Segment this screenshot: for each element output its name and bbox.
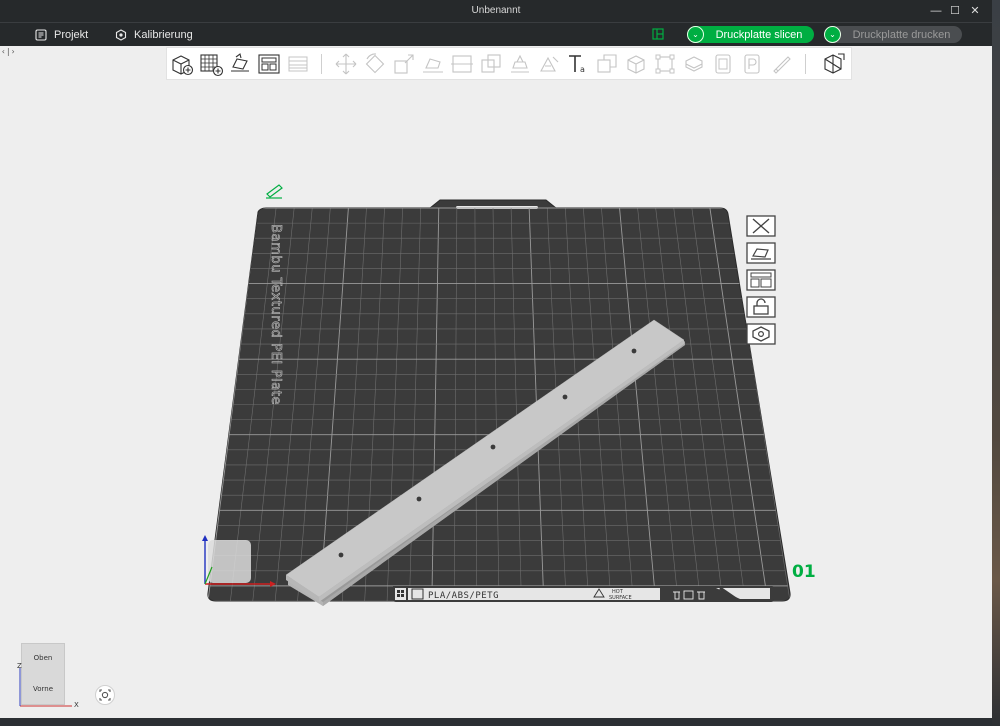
layers-icon[interactable] [739, 51, 765, 77]
split-icon[interactable] [285, 51, 311, 77]
auto-orient-icon[interactable] [227, 51, 253, 77]
layout-toggle-icon[interactable] [652, 28, 664, 40]
variable-layer-icon[interactable] [710, 51, 736, 77]
hot-surface-label-2: SURFACE [609, 595, 632, 601]
maximize-button[interactable]: ☐ [947, 3, 963, 19]
seam-paint-icon[interactable] [536, 51, 562, 77]
reset-view-icon [99, 689, 111, 701]
add-icon[interactable] [169, 51, 195, 77]
reset-view-button[interactable] [95, 685, 115, 705]
view-axes [19, 668, 72, 707]
lay-on-face-icon[interactable] [420, 51, 446, 77]
project-icon [35, 29, 47, 41]
sidebar-toggle[interactable]: ‹|› [1, 47, 15, 56]
close-plate-icon[interactable] [744, 214, 776, 238]
calibration-icon [115, 29, 127, 41]
plate-settings-icon[interactable] [744, 322, 776, 346]
print-plate-button[interactable]: ⌄ Druckplatte drucken [824, 26, 962, 43]
menu-project-label: Projekt [54, 29, 89, 41]
x-axis-label: X [74, 701, 79, 709]
scale-icon[interactable] [391, 51, 417, 77]
build-plate-scene[interactable]: PLA/ABS/PETG HOT SURFACE Bambu Textured … [0, 81, 992, 718]
view-cube-top[interactable]: Oben [22, 654, 64, 662]
slice-dropdown[interactable]: ⌄ [687, 26, 704, 43]
plate-material-label: PLA/ABS/PETG [428, 591, 499, 601]
title-bar: Unbenannt — ☐ ✕ [0, 0, 992, 22]
color-paint-icon[interactable] [768, 51, 794, 77]
build-plate [207, 199, 791, 602]
rotate-icon[interactable] [362, 51, 388, 77]
z-axis-label: Z [17, 662, 22, 670]
minimize-button[interactable]: — [928, 3, 944, 19]
mesh-boolean-icon[interactable] [594, 51, 620, 77]
assemble-icon[interactable] [652, 51, 678, 77]
svg-text:a: a [580, 65, 585, 74]
slice-plate-label: Druckplatte slicen [715, 28, 803, 41]
desktop-background [992, 0, 1000, 726]
lock-plate-icon[interactable] [744, 295, 776, 319]
close-button[interactable]: ✕ [967, 3, 983, 19]
view-toggle-icon[interactable] [821, 51, 847, 77]
app-window: Unbenannt — ☐ ✕ Projekt Kalibrierung ⌄ D… [0, 0, 992, 718]
main-toolbar: a [166, 47, 852, 80]
arrange-plate-icon[interactable] [744, 268, 776, 292]
measure-icon[interactable] [623, 51, 649, 77]
origin-marker [208, 540, 251, 583]
cut-icon[interactable] [449, 51, 475, 77]
add-plate-icon[interactable] [198, 51, 224, 77]
print-plate-label: Druckplatte drucken [852, 28, 951, 41]
plate-name-edit-icon[interactable] [266, 184, 283, 199]
boolean-icon[interactable] [478, 51, 504, 77]
brim-ears-icon[interactable] [681, 51, 707, 77]
toolbar-separator [321, 54, 322, 74]
arrange-icon[interactable] [256, 51, 282, 77]
menu-project[interactable]: Projekt [35, 27, 88, 43]
move-icon[interactable] [333, 51, 359, 77]
menu-bar: Projekt Kalibrierung ⌄ Druckplatte slice… [0, 22, 992, 46]
auto-orient-plate-icon[interactable] [744, 241, 776, 265]
menu-calibration-label: Kalibrierung [134, 29, 193, 41]
menu-calibration[interactable]: Kalibrierung [115, 27, 193, 43]
toolbar-separator [805, 54, 806, 74]
3d-viewport[interactable]: PLA/ABS/PETG HOT SURFACE Bambu Textured … [0, 81, 992, 718]
plate-number[interactable]: 01 [792, 562, 816, 582]
print-dropdown[interactable]: ⌄ [824, 26, 841, 43]
plate-type-label: Bambu Textured PEI Plate [268, 224, 283, 405]
support-paint-icon[interactable] [507, 51, 533, 77]
window-title: Unbenannt [471, 5, 521, 16]
text-icon[interactable]: a [565, 51, 591, 77]
slice-plate-button[interactable]: ⌄ Druckplatte slicen [687, 26, 814, 43]
